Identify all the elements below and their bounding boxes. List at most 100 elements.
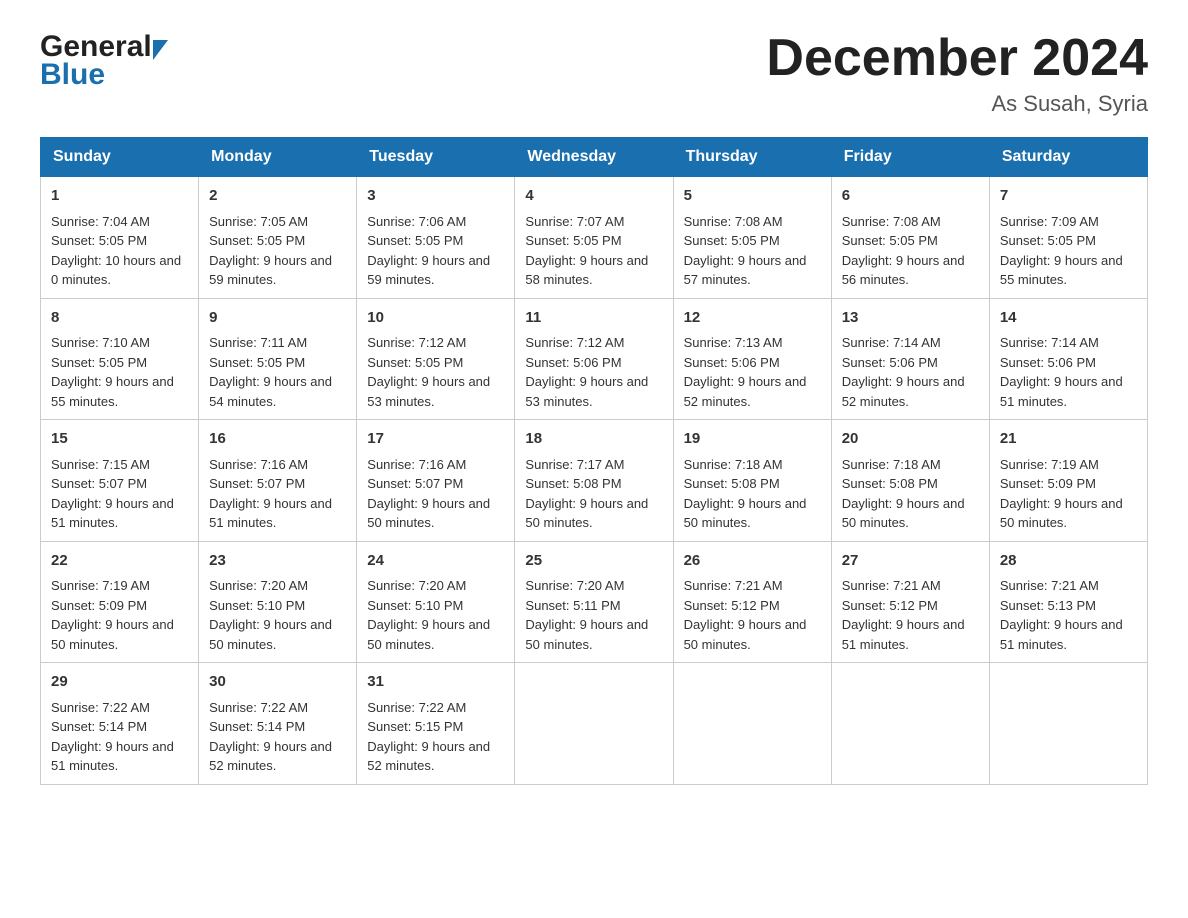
sunrise-label: Sunrise: 7:20 AM <box>209 578 308 593</box>
sunset-label: Sunset: 5:14 PM <box>209 719 305 734</box>
calendar-cell: 5Sunrise: 7:08 AMSunset: 5:05 PMDaylight… <box>673 177 831 299</box>
sunset-label: Sunset: 5:05 PM <box>367 355 463 370</box>
sunset-label: Sunset: 5:06 PM <box>525 355 621 370</box>
sunset-label: Sunset: 5:06 PM <box>684 355 780 370</box>
day-number: 29 <box>51 671 188 694</box>
day-header-saturday: Saturday <box>989 138 1147 177</box>
calendar-cell <box>515 663 673 785</box>
daylight-label: Daylight: 9 hours and 51 minutes. <box>842 617 965 652</box>
calendar-cell: 24Sunrise: 7:20 AMSunset: 5:10 PMDayligh… <box>357 541 515 663</box>
daylight-label: Daylight: 9 hours and 55 minutes. <box>1000 253 1123 288</box>
sunset-label: Sunset: 5:07 PM <box>209 476 305 491</box>
daylight-label: Daylight: 9 hours and 50 minutes. <box>842 496 965 531</box>
day-header-thursday: Thursday <box>673 138 831 177</box>
sunrise-label: Sunrise: 7:21 AM <box>1000 578 1099 593</box>
sunset-label: Sunset: 5:09 PM <box>51 598 147 613</box>
day-header-tuesday: Tuesday <box>357 138 515 177</box>
daylight-label: Daylight: 9 hours and 53 minutes. <box>367 374 490 409</box>
calendar-body: 1 Sunrise: 7:04 AM Sunset: 5:05 PM Daylight… <box>41 177 1148 785</box>
sunrise-label: Sunrise: 7:21 AM <box>684 578 783 593</box>
day-number: 25 <box>525 550 662 573</box>
day-number: 26 <box>684 550 821 573</box>
sunset-label: Sunset: 5:05 PM <box>209 233 305 248</box>
sunset-label: Sunset: 5:05 PM <box>209 355 305 370</box>
sunrise-label: Sunrise: 7:14 AM <box>842 335 941 350</box>
daylight-label: Daylight: 9 hours and 50 minutes. <box>1000 496 1123 531</box>
calendar-cell: 20Sunrise: 7:18 AMSunset: 5:08 PMDayligh… <box>831 420 989 542</box>
calendar-cell: 11Sunrise: 7:12 AMSunset: 5:06 PMDayligh… <box>515 298 673 420</box>
daylight-label: Daylight: 9 hours and 52 minutes. <box>209 739 332 774</box>
day-number: 12 <box>684 307 821 330</box>
day-number: 30 <box>209 671 346 694</box>
daylight-label: Daylight: 9 hours and 50 minutes. <box>525 496 648 531</box>
calendar-cell <box>673 663 831 785</box>
sunset-label: Sunset: 5:05 PM <box>525 233 621 248</box>
day-number: 10 <box>367 307 504 330</box>
daylight-label: Daylight: 9 hours and 50 minutes. <box>525 617 648 652</box>
sunset-label: Sunset: 5:09 PM <box>1000 476 1096 491</box>
sunrise-label: Sunrise: 7:13 AM <box>684 335 783 350</box>
calendar-cell: 14Sunrise: 7:14 AMSunset: 5:06 PMDayligh… <box>989 298 1147 420</box>
sunrise-label: Sunrise: 7:09 AM <box>1000 214 1099 229</box>
day-number: 3 <box>367 185 504 208</box>
calendar-cell: 16Sunrise: 7:16 AMSunset: 5:07 PMDayligh… <box>199 420 357 542</box>
calendar-cell: 30Sunrise: 7:22 AMSunset: 5:14 PMDayligh… <box>199 663 357 785</box>
calendar-cell: 17Sunrise: 7:16 AMSunset: 5:07 PMDayligh… <box>357 420 515 542</box>
sunset-label: Sunset: 5:06 PM <box>1000 355 1096 370</box>
day-number: 13 <box>842 307 979 330</box>
day-number: 6 <box>842 185 979 208</box>
day-number: 1 <box>51 185 188 208</box>
day-number: 21 <box>1000 428 1137 451</box>
daylight-label: Daylight: 9 hours and 50 minutes. <box>51 617 174 652</box>
daylight-label: Daylight: 9 hours and 59 minutes. <box>209 253 332 288</box>
daylight-label: Daylight: 10 hours and 0 minutes. <box>51 253 181 288</box>
sunrise-label: Sunrise: 7:06 AM <box>367 214 466 229</box>
calendar-cell <box>989 663 1147 785</box>
calendar-cell: 22Sunrise: 7:19 AMSunset: 5:09 PMDayligh… <box>41 541 199 663</box>
sunrise-label: Sunrise: 7:12 AM <box>367 335 466 350</box>
calendar-title: December 2024 <box>766 30 1148 87</box>
daylight-label: Daylight: 9 hours and 59 minutes. <box>367 253 490 288</box>
daylight-label: Daylight: 9 hours and 52 minutes. <box>367 739 490 774</box>
calendar-cell: 10 Sunrise: 7:12 AM Sunset: 5:05 PM Dayligh… <box>357 298 515 420</box>
day-number: 17 <box>367 428 504 451</box>
daylight-label: Daylight: 9 hours and 51 minutes. <box>51 496 174 531</box>
daylight-label: Daylight: 9 hours and 52 minutes. <box>684 374 807 409</box>
sunrise-label: Sunrise: 7:15 AM <box>51 457 150 472</box>
sunset-label: Sunset: 5:10 PM <box>367 598 463 613</box>
day-number: 27 <box>842 550 979 573</box>
calendar-cell: 19Sunrise: 7:18 AMSunset: 5:08 PMDayligh… <box>673 420 831 542</box>
sunrise-label: Sunrise: 7:04 AM <box>51 214 150 229</box>
sunset-label: Sunset: 5:11 PM <box>525 598 620 613</box>
calendar-cell: 26Sunrise: 7:21 AMSunset: 5:12 PMDayligh… <box>673 541 831 663</box>
sunrise-label: Sunrise: 7:16 AM <box>209 457 308 472</box>
sunrise-label: Sunrise: 7:22 AM <box>51 700 150 715</box>
sunrise-label: Sunrise: 7:07 AM <box>525 214 624 229</box>
week-row-5: 29 Sunrise: 7:22 AM Sunset: 5:14 PM Dayligh… <box>41 663 1148 785</box>
daylight-label: Daylight: 9 hours and 50 minutes. <box>684 617 807 652</box>
daylight-label: Daylight: 9 hours and 58 minutes. <box>525 253 648 288</box>
daylight-label: Daylight: 9 hours and 57 minutes. <box>684 253 807 288</box>
daylight-label: Daylight: 9 hours and 52 minutes. <box>842 374 965 409</box>
calendar-cell: 31Sunrise: 7:22 AMSunset: 5:15 PMDayligh… <box>357 663 515 785</box>
sunset-label: Sunset: 5:06 PM <box>842 355 938 370</box>
sunset-label: Sunset: 5:07 PM <box>367 476 463 491</box>
calendar-cell: 23Sunrise: 7:20 AMSunset: 5:10 PMDayligh… <box>199 541 357 663</box>
week-row-4: 22Sunrise: 7:19 AMSunset: 5:09 PMDayligh… <box>41 541 1148 663</box>
calendar-cell: 25Sunrise: 7:20 AMSunset: 5:11 PMDayligh… <box>515 541 673 663</box>
sunrise-label: Sunrise: 7:21 AM <box>842 578 941 593</box>
calendar-cell: 3Sunrise: 7:06 AMSunset: 5:05 PMDaylight… <box>357 177 515 299</box>
day-number: 16 <box>209 428 346 451</box>
sunset-label: Sunset: 5:08 PM <box>842 476 938 491</box>
day-number: 11 <box>525 307 662 330</box>
page-header: General Blue December 2024 As Susah, Syr… <box>40 30 1148 117</box>
day-number: 20 <box>842 428 979 451</box>
logo-chevron-icon <box>153 40 168 60</box>
day-number: 23 <box>209 550 346 573</box>
calendar-cell: 29Sunrise: 7:22 AMSunset: 5:14 PMDayligh… <box>41 663 199 785</box>
sunrise-label: Sunrise: 7:16 AM <box>367 457 466 472</box>
sunrise-label: Sunrise: 7:05 AM <box>209 214 308 229</box>
sunset-label: Sunset: 5:05 PM <box>51 233 147 248</box>
day-header-sunday: Sunday <box>41 138 199 177</box>
day-number: 31 <box>367 671 504 694</box>
